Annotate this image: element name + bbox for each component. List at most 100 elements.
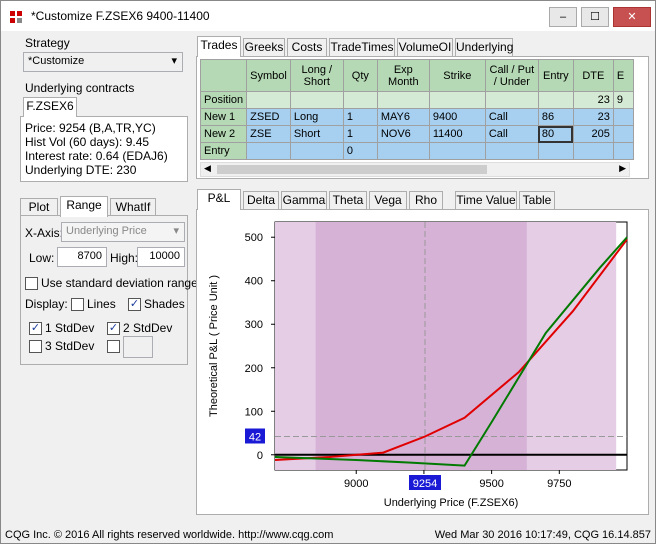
strategy-select[interactable]: *Customize ▾ (23, 52, 183, 72)
scroll-right-icon[interactable]: ▶ (619, 163, 626, 174)
table-row[interactable]: Entry 0 (199, 142, 634, 160)
y-tick-label: 300 (245, 319, 263, 331)
row-label: Position (199, 91, 248, 109)
table-header-row: Symbol Long / Short Qty Exp Month Strike… (199, 59, 634, 92)
table-cell[interactable]: MAY6 (376, 108, 430, 126)
table-cell[interactable]: 23 (572, 108, 614, 126)
table-cell[interactable] (289, 91, 344, 109)
table-cell[interactable] (428, 142, 486, 160)
app-icon (10, 11, 22, 23)
minimize-button[interactable]: – (549, 7, 577, 27)
custom-sd-input[interactable] (123, 336, 153, 358)
header-cell: Symbol (246, 59, 291, 92)
table-cell[interactable] (537, 142, 574, 160)
tab-tradetimes[interactable]: TradeTimes (329, 38, 395, 56)
table-cell[interactable]: 9400 (428, 108, 486, 126)
sd3-label: 3 StdDev (45, 339, 95, 353)
tab-theta[interactable]: Theta (329, 191, 367, 209)
tab-underlying[interactable]: Underlying (455, 38, 513, 56)
tab-whatif[interactable]: WhatIf (110, 198, 156, 216)
table-cell[interactable] (376, 142, 430, 160)
table-cell[interactable]: 1 (342, 125, 378, 143)
table-cell[interactable]: ZSE (246, 125, 291, 143)
low-input[interactable]: 8700 (57, 247, 107, 267)
chevron-down-icon: ▾ (171, 55, 177, 67)
table-cell[interactable]: 11400 (428, 125, 486, 143)
lines-checkbox[interactable] (71, 298, 84, 311)
scroll-left-icon[interactable]: ◀ (204, 163, 211, 174)
table-cell[interactable] (289, 142, 344, 160)
table-cell[interactable] (612, 142, 634, 160)
xaxis-select[interactable]: Underlying Price ▾ (61, 222, 185, 242)
scroll-thumb[interactable] (217, 165, 487, 174)
x-tick-label: 9500 (479, 478, 503, 490)
table-row[interactable]: New 1 ZSED Long 1 MAY6 9400 Call 86 23 (199, 108, 634, 126)
entry-cell-selected[interactable]: 80 (537, 125, 574, 143)
tab-table[interactable]: Table (519, 191, 555, 209)
table-cell[interactable] (484, 91, 539, 109)
tab-pnl[interactable]: P&L (197, 189, 241, 210)
table-cell[interactable]: Long (289, 108, 344, 126)
tab-delta[interactable]: Delta (243, 191, 279, 209)
table-cell[interactable] (428, 91, 486, 109)
tab-underlying-contract[interactable]: F.ZSEX6 (23, 97, 77, 117)
table-cell[interactable] (572, 142, 614, 160)
table-cell[interactable] (612, 125, 634, 143)
table-cell[interactable]: Call (484, 125, 539, 143)
table-cell[interactable]: 1 (342, 108, 378, 126)
table-cell[interactable]: 9 (612, 91, 634, 109)
tab-trades[interactable]: Trades (197, 36, 241, 57)
range-panel: X-Axis: Underlying Price ▾ Low: 8700 High… (20, 215, 201, 365)
table-cell[interactable]: 23 (572, 91, 614, 109)
tab-volumeoi[interactable]: VolumeOI (397, 38, 453, 56)
bottom-tabbar: P&L Delta Gamma Theta Vega Rho Time Valu… (197, 189, 649, 211)
y-axis-label: Theoretical P&L ( Price Unit ) (208, 275, 220, 417)
custom-sd-checkbox[interactable] (107, 340, 120, 353)
tab-rho[interactable]: Rho (409, 191, 443, 209)
high-input[interactable]: 10000 (137, 247, 185, 267)
tab-vega[interactable]: Vega (369, 191, 407, 209)
horizontal-scrollbar[interactable]: ◀ ▶ (200, 162, 630, 177)
tab-costs[interactable]: Costs (287, 38, 327, 56)
table-cell[interactable] (484, 142, 539, 160)
tab-plot[interactable]: Plot (20, 198, 58, 216)
tab-range[interactable]: Range (60, 196, 108, 217)
table-row[interactable]: New 2 ZSE Short 1 NOV6 11400 Call 80 205 (199, 125, 634, 143)
table-cell[interactable] (537, 91, 574, 109)
table-cell[interactable] (246, 142, 291, 160)
table-row[interactable]: Position 23 9 (199, 91, 634, 109)
table-cell[interactable]: 205 (572, 125, 614, 143)
timestamp-text: Wed Mar 30 2016 10:17:49, CQG 16.14.857 (434, 529, 651, 541)
sd1-checkbox[interactable]: ✓ (29, 322, 42, 335)
sd2-checkbox[interactable]: ✓ (107, 322, 120, 335)
tab-greeks[interactable]: Greeks (243, 38, 285, 56)
sd1-label: 1 StdDev (45, 321, 95, 335)
header-cell: E (612, 59, 634, 92)
table-cell[interactable]: 0 (342, 142, 378, 160)
title-bar[interactable]: *Customize F.ZSEX6 9400-11400 – ☐ ✕ (1, 1, 655, 31)
shades-checkbox[interactable]: ✓ (128, 298, 141, 311)
y-tick-label: 200 (245, 363, 263, 375)
table-cell[interactable] (342, 91, 378, 109)
pnl-chart[interactable]: 0 100 200 300 400 500 9000 9500 9750 9254 42 Underl… (197, 210, 648, 514)
tab-gamma[interactable]: Gamma (281, 191, 327, 209)
table-cell[interactable] (246, 91, 291, 109)
table-cell[interactable]: NOV6 (376, 125, 430, 143)
trades-table: Symbol Long / Short Qty Exp Month Strike… (199, 59, 634, 160)
table-cell[interactable] (612, 108, 634, 126)
header-cell: Entry (537, 59, 574, 92)
underlying-dte: Underlying DTE: 230 (25, 163, 137, 177)
display-label: Display: (25, 297, 68, 311)
tab-time-value[interactable]: Time Value (455, 191, 517, 209)
header-cell: Qty (342, 59, 378, 92)
y-tick-label: 500 (245, 232, 263, 244)
table-cell[interactable]: Call (484, 108, 539, 126)
table-cell[interactable] (376, 91, 430, 109)
std-range-checkbox[interactable] (25, 277, 38, 290)
table-cell[interactable]: 86 (537, 108, 574, 126)
sd3-checkbox[interactable] (29, 340, 42, 353)
table-cell[interactable]: ZSED (246, 108, 291, 126)
close-button[interactable]: ✕ (613, 7, 651, 27)
maximize-button[interactable]: ☐ (581, 7, 609, 27)
table-cell[interactable]: Short (289, 125, 344, 143)
